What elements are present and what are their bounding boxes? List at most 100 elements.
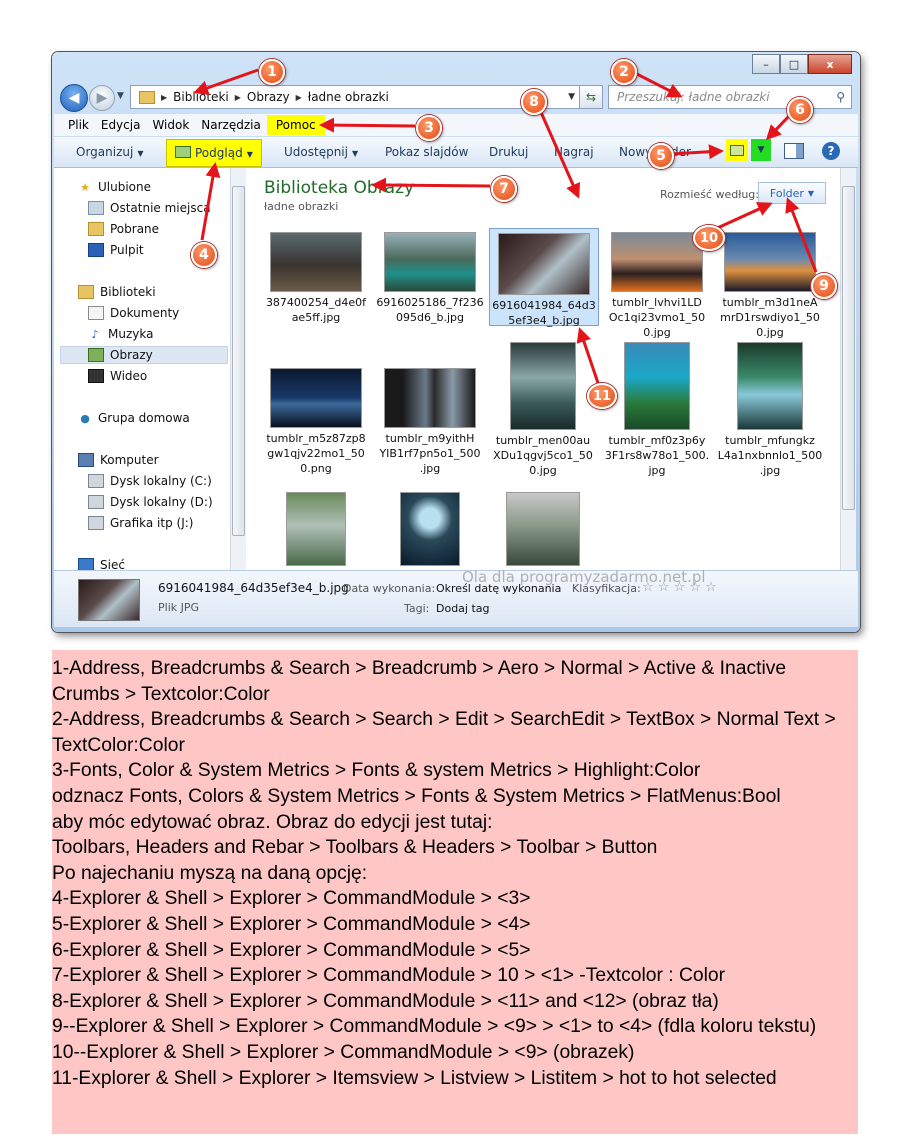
- organize-button[interactable]: Organizuj ▼: [76, 145, 143, 159]
- menu-view[interactable]: Widok: [146, 118, 195, 132]
- nav-computer[interactable]: Komputer: [78, 451, 159, 469]
- caption-buttons: – □ x: [752, 54, 852, 74]
- note-line: 11-Explorer & Shell > Explorer > Itemsvi…: [52, 1067, 777, 1089]
- nav-scrollbar-thumb[interactable]: [232, 186, 245, 536]
- refresh-button[interactable]: ⇆: [579, 85, 603, 109]
- arrow-right-icon: ▶: [96, 90, 108, 106]
- file-item[interactable]: tumblr_lvhvi1LD Oc1qi23vmo1_50 0.jpg: [603, 232, 711, 340]
- breadcrumb-obrazy[interactable]: Obrazy: [247, 90, 290, 104]
- note-line: 3-Fonts, Color & System Metrics > Fonts …: [52, 760, 701, 782]
- arrow-left-icon: ◀: [68, 90, 80, 106]
- date-label: Data wykonania:: [343, 582, 436, 595]
- change-view-button[interactable]: [726, 139, 748, 161]
- note-line: odznacz Fonts, Colors & System Metrics >…: [52, 785, 781, 807]
- pictures-icon: [88, 348, 104, 362]
- file-item[interactable]: [489, 492, 597, 569]
- back-button[interactable]: ◀: [60, 84, 88, 112]
- file-item[interactable]: [262, 492, 370, 569]
- arrange-by-value: Folder: [769, 186, 804, 200]
- preview-button[interactable]: Podgląd ▼: [166, 139, 262, 167]
- arrange-by-dropdown[interactable]: Folder ▼: [758, 182, 826, 204]
- nav-recent-places[interactable]: Ostatnie miejsca: [88, 199, 211, 217]
- nav-downloads[interactable]: Pobrane: [88, 220, 159, 238]
- file-item-selected[interactable]: 6916041984_64d3 5ef3e4_b.jpg: [489, 228, 599, 327]
- content-scrollbar-thumb[interactable]: [842, 186, 855, 510]
- marker-2: 2: [611, 59, 637, 85]
- chevron-right-icon[interactable]: ▶: [296, 93, 302, 102]
- details-filename: 6916041984_64d35ef3e4_b.jpg: [158, 581, 349, 595]
- menu-tools[interactable]: Narzędzia: [195, 118, 267, 132]
- file-name: 3F1rs8w78o1_500.: [604, 449, 710, 462]
- recent-pages-dropdown[interactable]: ▼: [117, 91, 124, 101]
- address-dropdown-icon[interactable]: ▼: [568, 92, 575, 102]
- chevron-down-icon: ▼: [351, 149, 359, 158]
- slideshow-button[interactable]: Pokaz slajdów: [385, 145, 468, 159]
- file-name: 6916025186_7f236: [376, 296, 484, 309]
- close-button[interactable]: x: [808, 54, 852, 74]
- nav-label: Ulubione: [98, 180, 152, 194]
- file-item[interactable]: tumblr_m3d1neA mrD1rswdiyo1_50 0.jpg: [716, 232, 824, 340]
- nav-favorites[interactable]: ★ Ulubione: [78, 178, 151, 196]
- marker-10: 10: [693, 225, 725, 251]
- file-name: YIB1rf7pn5o1_500: [379, 447, 481, 460]
- thumbnail: [624, 342, 690, 430]
- view-options-dropdown[interactable]: ▼: [751, 139, 771, 161]
- file-item[interactable]: tumblr_men00au XDu1qgvj5co1_50 0.jpg: [489, 342, 597, 478]
- thumbnail: [384, 368, 476, 428]
- chevron-right-icon[interactable]: ▶: [235, 93, 241, 102]
- note-line: 5-Explorer & Shell > Explorer > CommandM…: [52, 913, 531, 935]
- details-thumbnail: [78, 579, 140, 621]
- note-line: 1-Address, Breadcrumbs & Search > Breadc…: [52, 658, 792, 705]
- nav-homegroup[interactable]: ● Grupa domowa: [78, 409, 190, 427]
- file-name: 0.png: [300, 462, 332, 475]
- file-name: ae5ff.jpg: [291, 311, 341, 324]
- file-item[interactable]: 6916025186_7f236 095d6_b.jpg: [376, 232, 484, 325]
- nav-desktop[interactable]: Pulpit: [88, 241, 144, 259]
- nav-disk-c[interactable]: Dysk lokalny (C:): [88, 472, 212, 490]
- homegroup-icon: ●: [80, 411, 90, 425]
- menu-edit[interactable]: Edycja: [95, 118, 147, 132]
- help-button[interactable]: ?: [822, 142, 840, 160]
- file-name: gw1qjv22mo1_50: [267, 447, 365, 460]
- menu-file[interactable]: Plik: [62, 118, 95, 132]
- chevron-down-icon: ▼: [246, 150, 253, 159]
- nav-music[interactable]: ♪ Muzyka: [88, 325, 153, 343]
- file-item[interactable]: tumblr_mfungkz L4a1nxbnnlo1_500 .jpg: [716, 342, 824, 478]
- file-item[interactable]: tumblr_m5z87zp8 gw1qjv22mo1_50 0.png: [262, 368, 370, 476]
- maximize-button[interactable]: □: [780, 54, 808, 74]
- nav-video[interactable]: Wideo: [88, 367, 147, 385]
- note-line: 8-Explorer & Shell > Explorer > CommandM…: [52, 990, 719, 1012]
- nav-documents[interactable]: Dokumenty: [88, 304, 179, 322]
- file-name: mrD1rswdiyo1_50: [720, 311, 820, 324]
- nav-disk-d[interactable]: Dysk lokalny (D:): [88, 493, 213, 511]
- print-button[interactable]: Drukuj: [489, 145, 528, 159]
- preview-pane-button[interactable]: [784, 143, 804, 159]
- file-item[interactable]: tumblr_m9yithH YIB1rf7pn5o1_500 .jpg: [376, 368, 484, 476]
- nav-pictures[interactable]: Obrazy: [60, 346, 228, 364]
- thumbnail: [506, 492, 580, 566]
- file-item[interactable]: 387400254_d4e0f ae5ff.jpg: [262, 232, 370, 325]
- menu-help[interactable]: Pomoc: [266, 115, 325, 135]
- nav-label: Biblioteki: [100, 285, 156, 299]
- nav-disk-j[interactable]: Grafika itp (J:): [88, 514, 193, 532]
- refresh-icon: ⇆: [585, 90, 597, 104]
- file-item[interactable]: tumblr_mf0z3p6y 3F1rs8w78o1_500. jpg: [603, 342, 711, 478]
- file-item[interactable]: [376, 492, 484, 569]
- breadcrumb-biblioteki[interactable]: Biblioteki: [173, 90, 229, 104]
- share-button[interactable]: Udostępnij ▼: [284, 145, 358, 159]
- thumbnail: [270, 232, 362, 292]
- nav-label: Komputer: [100, 453, 159, 467]
- burn-button[interactable]: Nagraj: [554, 145, 594, 159]
- address-bar[interactable]: ▶ Biblioteki ▶ Obrazy ▶ ładne obrazki ▼: [130, 85, 580, 109]
- note-line: 4-Explorer & Shell > Explorer > CommandM…: [52, 888, 531, 910]
- file-name: tumblr_mf0z3p6y: [608, 434, 706, 447]
- search-input[interactable]: Przeszukaj: ładne obrazki ⚲: [608, 85, 852, 109]
- chevron-right-icon[interactable]: ▶: [161, 93, 167, 102]
- thumbnail: [724, 232, 816, 292]
- forward-button[interactable]: ▶: [89, 85, 115, 111]
- tags-field[interactable]: Dodaj tag: [436, 602, 490, 615]
- minimize-button[interactable]: –: [752, 54, 780, 74]
- search-icon[interactable]: ⚲: [836, 90, 845, 104]
- breadcrumb-current[interactable]: ładne obrazki: [308, 90, 389, 104]
- nav-libraries[interactable]: Biblioteki: [78, 283, 156, 301]
